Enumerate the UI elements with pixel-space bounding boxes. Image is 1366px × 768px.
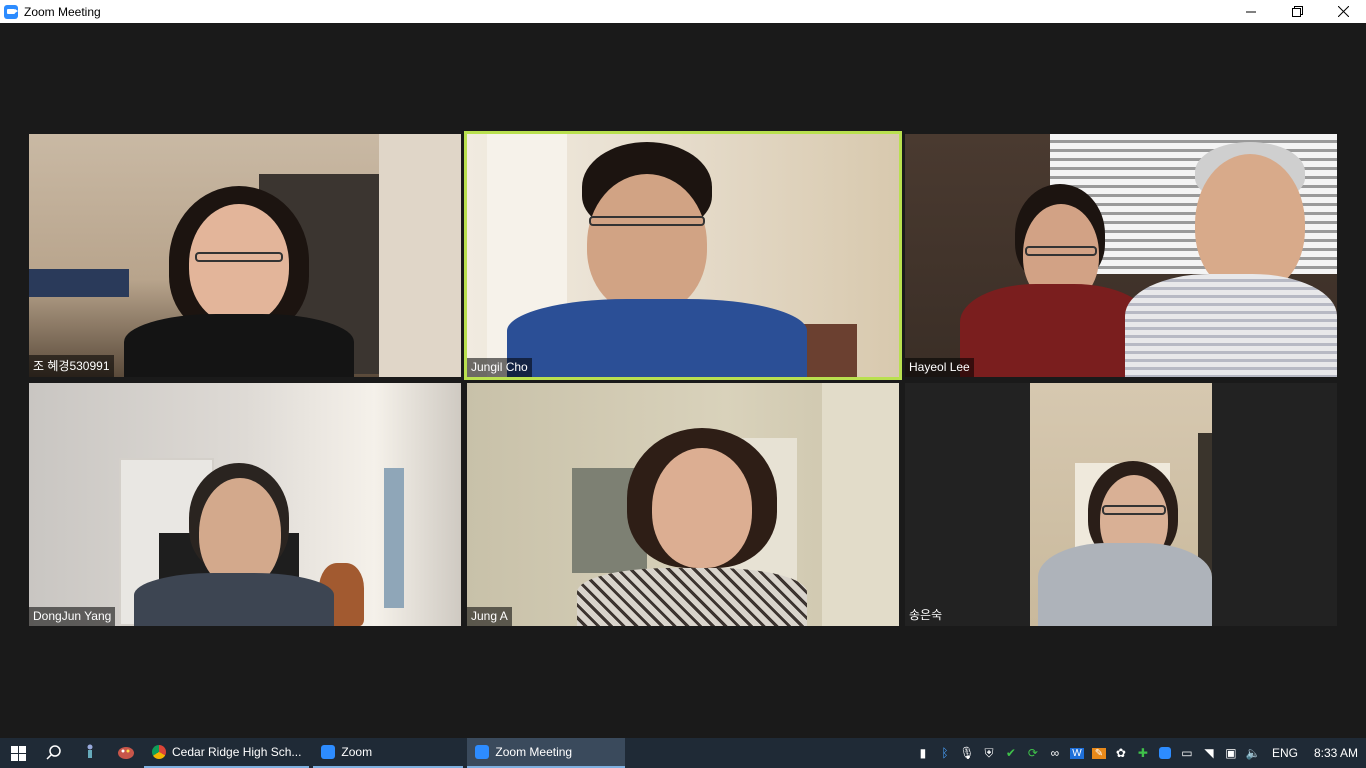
minimize-icon (1246, 11, 1256, 12)
tray-volume[interactable]: 🔈 (1242, 738, 1264, 768)
search-button[interactable] (36, 738, 72, 768)
taskbar-app-zoom-meeting[interactable]: Zoom Meeting (467, 738, 626, 768)
system-tray: ▮ ᛒ 🎙 ⛨ ✔ ⟳ ∞ W ✎ ✿ ✚ ▭ ◥ ▣ 🔈 ENG 8:33 A… (912, 738, 1366, 768)
participant-tile[interactable]: DongJun Yang (29, 383, 461, 626)
video-feed (905, 134, 1337, 377)
close-icon (1337, 6, 1349, 17)
pen-icon: ✎ (1091, 747, 1107, 759)
windows-icon (10, 745, 26, 761)
participant-name: Jung A (467, 607, 512, 626)
title-bar: Zoom Meeting (0, 0, 1366, 23)
participant-tile[interactable]: Hayeol Lee (905, 134, 1337, 377)
participant-name: DongJun Yang (29, 607, 116, 626)
tray-color[interactable]: ✿ (1110, 738, 1132, 768)
taskbar: Cedar Ridge High Sch... Zoom Zoom Meetin… (0, 738, 1366, 768)
w-icon: W (1070, 747, 1084, 759)
restore-button[interactable] (1274, 0, 1320, 23)
close-button[interactable] (1320, 0, 1366, 23)
participant-tile-active-speaker[interactable]: Jungil Cho (464, 131, 902, 380)
tray-wifi[interactable]: ◥ (1198, 738, 1220, 768)
window-controls (1228, 0, 1366, 23)
tray-antivirus[interactable]: ✔ (1000, 738, 1022, 768)
figure-icon (87, 744, 93, 758)
meeting-gallery: 조 혜경530991 Jungil Cho Hayeol Lee DongJun… (0, 23, 1366, 738)
video-feed (467, 383, 899, 626)
bluetooth-icon: ᛒ (941, 746, 949, 760)
participant-name: 조 혜경530991 (29, 355, 114, 377)
tray-add[interactable]: ✚ (1132, 738, 1154, 768)
tray-sync[interactable]: ⟳ (1022, 738, 1044, 768)
clock[interactable]: 8:33 AM (1306, 746, 1366, 760)
cortana-button[interactable] (72, 738, 108, 768)
color-icon: ✿ (1115, 746, 1126, 760)
shield-icon: ⛨ (984, 745, 994, 760)
wifi-icon: ◥ (1204, 746, 1214, 760)
speaker-icon: 🔈 (1245, 746, 1261, 760)
taskbar-app-label: Zoom Meeting (495, 745, 573, 759)
monitor-icon: ▣ (1225, 746, 1237, 760)
tray-display[interactable]: ▣ (1220, 738, 1242, 768)
zoom-icon (475, 745, 490, 759)
link-icon: ∞ (1050, 746, 1060, 760)
taskbar-app-label: Zoom (341, 745, 373, 759)
zoom-icon (1158, 747, 1171, 759)
tray-edit[interactable]: ✎ (1088, 738, 1110, 768)
video-feed (29, 134, 461, 377)
participant-name: Jungil Cho (467, 358, 532, 377)
language-indicator[interactable]: ENG (1264, 746, 1306, 760)
video-feed (29, 383, 461, 626)
tray-zoom[interactable] (1154, 738, 1176, 768)
participant-name: Hayeol Lee (905, 358, 974, 377)
tray-microphone[interactable]: 🎙 (956, 738, 978, 768)
tray-w-app[interactable]: W (1066, 738, 1088, 768)
chrome-icon (152, 745, 166, 759)
start-button[interactable] (0, 738, 36, 768)
zoom-app-icon (4, 4, 18, 19)
participant-name: 송은숙 (909, 608, 943, 622)
battery-icon: ▭ (1181, 746, 1193, 760)
sync-icon: ⟳ (1027, 746, 1038, 760)
restore-icon (1291, 6, 1303, 17)
tray-security[interactable]: ⛨ (978, 738, 1000, 768)
taskbar-app-label: Cedar Ridge High Sch... (172, 745, 302, 759)
zoom-icon (321, 745, 336, 759)
taskbar-app-zoom[interactable]: Zoom (313, 738, 464, 768)
video-feed (1030, 383, 1212, 626)
tray-link[interactable]: ∞ (1044, 738, 1066, 768)
palette-icon (118, 747, 134, 759)
document-icon: ▮ (919, 746, 927, 760)
minimize-button[interactable] (1228, 0, 1274, 23)
video-feed (467, 134, 899, 377)
check-shield-icon: ✔ (1005, 746, 1016, 760)
taskbar-app-chrome[interactable]: Cedar Ridge High Sch... (144, 738, 310, 768)
participant-tile[interactable]: 조 혜경530991 (29, 134, 461, 377)
participant-tile[interactable]: Jung A (467, 383, 899, 626)
tray-bluetooth[interactable]: ᛒ (934, 738, 956, 768)
pinned-app[interactable] (108, 738, 144, 768)
tray-battery[interactable]: ▭ (1176, 738, 1198, 768)
window-title: Zoom Meeting (24, 4, 101, 19)
tray-app[interactable]: ▮ (912, 738, 934, 768)
microphone-icon: 🎙 (959, 746, 975, 760)
search-icon (46, 745, 61, 760)
plus-icon: ✚ (1137, 746, 1148, 760)
participant-tile[interactable]: 송은숙 (905, 383, 1337, 626)
